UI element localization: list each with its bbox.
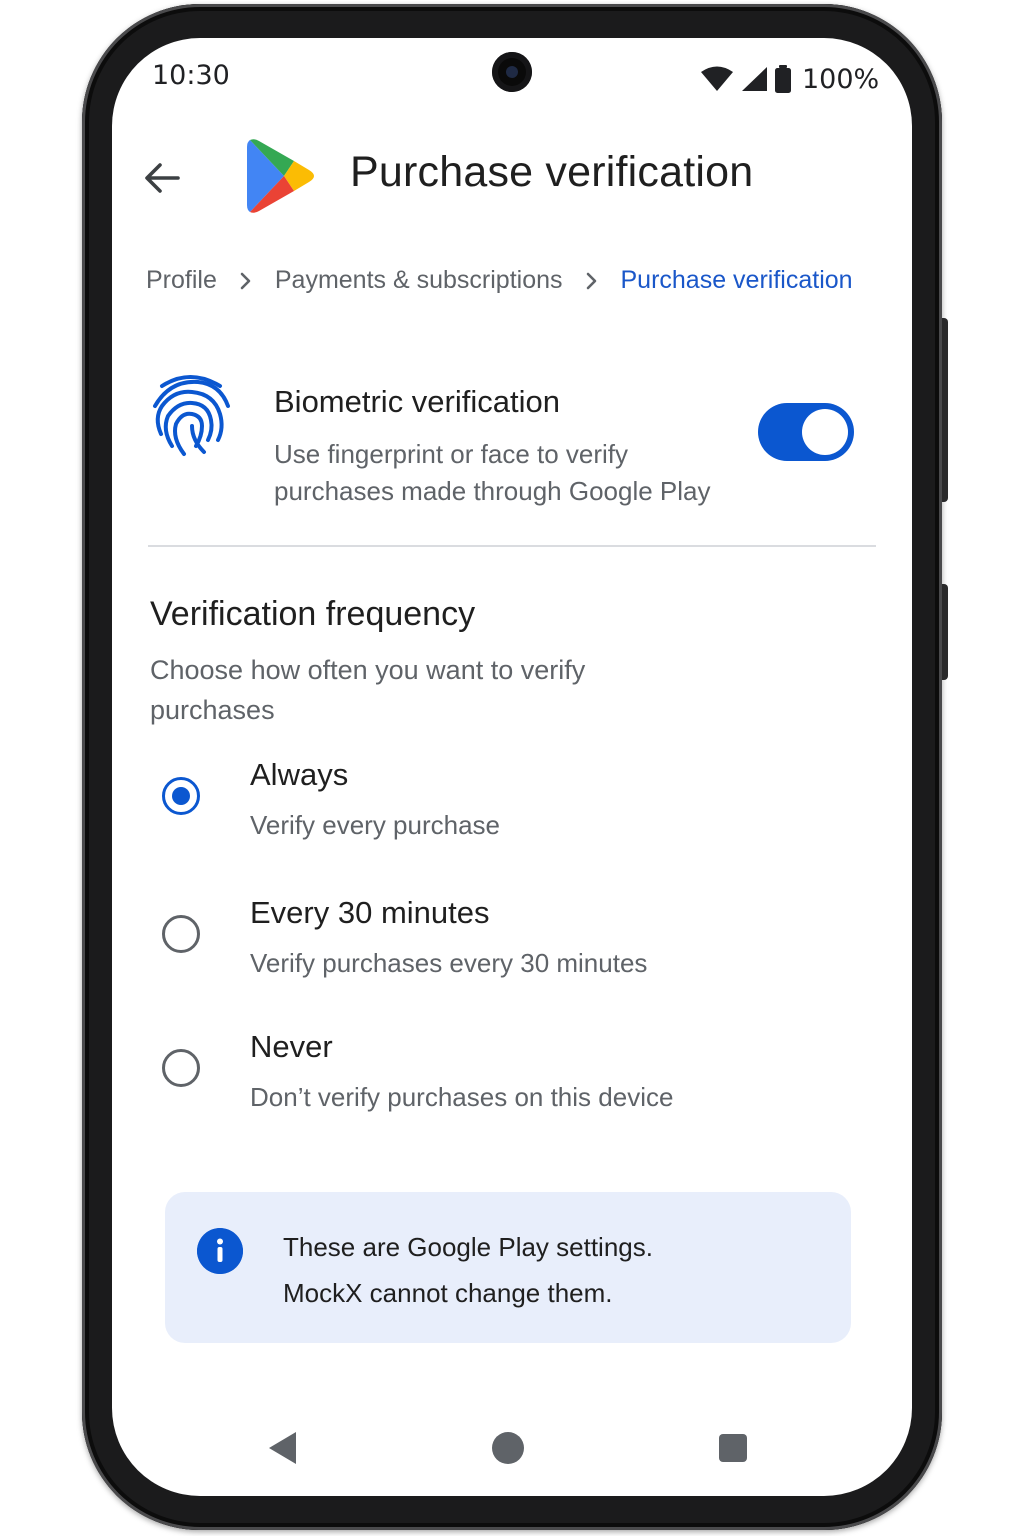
info-line: MockX cannot change them.: [283, 1278, 613, 1308]
radio-button[interactable]: [162, 1049, 200, 1087]
biometric-description: Use fingerprint or face to verify purcha…: [274, 439, 711, 506]
arrow-back-icon: [145, 163, 180, 193]
battery-percentage: 100%: [802, 63, 880, 95]
info-card: These are Google Play settings. MockX ca…: [165, 1192, 851, 1343]
chevron-right-icon: [586, 272, 596, 289]
nav-home-icon[interactable]: [492, 1432, 524, 1464]
back-button[interactable]: [138, 154, 186, 202]
status-time: 10:30: [152, 60, 230, 91]
nav-back-icon[interactable]: [266, 1430, 298, 1466]
biometric-toggle[interactable]: [758, 403, 854, 461]
power-button: [942, 318, 948, 502]
cell-signal-icon: [742, 67, 767, 91]
wifi-icon: [701, 66, 733, 91]
phone-screen: 10:30 100% Purchase verification Profile…: [112, 38, 912, 1496]
google-play-logo: [247, 139, 314, 213]
option-description: Verify purchases every 30 minutes: [250, 948, 648, 978]
option-title: Never: [250, 1029, 333, 1064]
radio-button[interactable]: [162, 915, 200, 953]
divider: [148, 545, 876, 547]
section-description: Choose how often you want to verify purc…: [150, 655, 586, 725]
breadcrumb-current: Purchase verification: [620, 266, 853, 294]
toggle-knob: [802, 409, 848, 455]
biometric-title: Biometric verification: [274, 384, 560, 419]
option-title: Always: [250, 757, 349, 792]
nav-recents-icon[interactable]: [719, 1434, 747, 1462]
info-line: These are Google Play settings.: [283, 1232, 653, 1262]
option-title: Every 30 minutes: [250, 895, 490, 930]
chevron-right-icon: [240, 272, 251, 289]
status-icons: 100%: [700, 63, 880, 95]
info-icon: [197, 1228, 243, 1274]
breadcrumb-payments[interactable]: Payments & subscriptions: [275, 266, 563, 295]
radio-button[interactable]: [162, 777, 200, 815]
breadcrumb: Profile Payments & subscriptions Purchas…: [146, 266, 853, 295]
section-title: Verification frequency: [150, 595, 476, 633]
option-description: Don’t verify purchases on this device: [250, 1082, 674, 1112]
front-camera: [492, 52, 532, 92]
option-never[interactable]: Never Don’t verify purchases on this dev…: [152, 1029, 792, 1159]
info-text: These are Google Play settings. MockX ca…: [283, 1224, 803, 1316]
page-title: Purchase verification: [350, 148, 754, 196]
battery-icon: [775, 65, 791, 93]
fingerprint-icon: [153, 375, 230, 456]
breadcrumb-profile[interactable]: Profile: [146, 266, 217, 295]
volume-button: [942, 584, 948, 680]
option-description: Verify every purchase: [250, 810, 501, 840]
option-always[interactable]: Always Verify every purchase: [152, 757, 792, 887]
option-every-30-minutes[interactable]: Every 30 minutes Verify purchases every …: [152, 895, 792, 1025]
